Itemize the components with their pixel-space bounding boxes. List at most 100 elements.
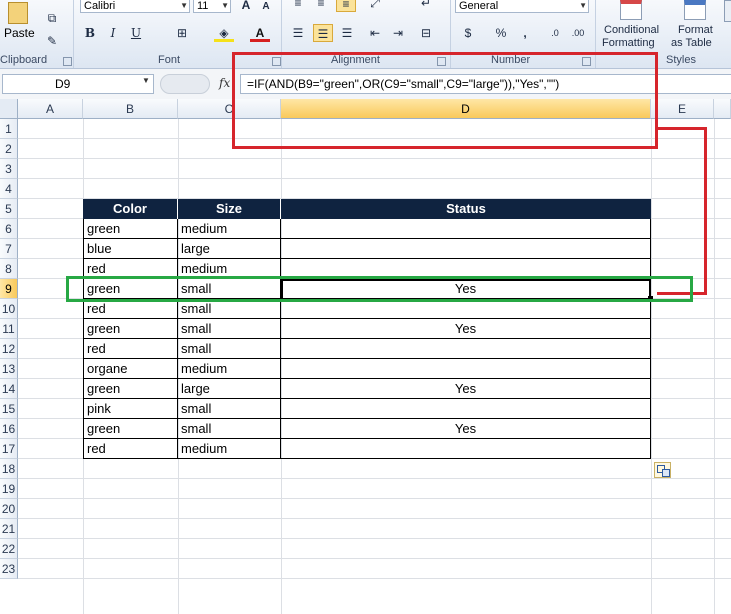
cell-color[interactable]: green (83, 379, 178, 399)
align-left-icon[interactable]: ☰ (288, 24, 308, 42)
row-header-15[interactable]: 15 (0, 399, 18, 419)
cell-size[interactable]: large (178, 379, 281, 399)
cell-size[interactable]: large (178, 239, 281, 259)
align-middle-icon[interactable]: ≡ (311, 0, 331, 12)
row-header-5[interactable]: 5 (0, 199, 18, 219)
cell-status[interactable] (281, 239, 651, 259)
shrink-font-button[interactable]: A (256, 0, 276, 16)
row-header-10[interactable]: 10 (0, 299, 18, 319)
row-header-4[interactable]: 4 (0, 179, 18, 199)
row-header-17[interactable]: 17 (0, 439, 18, 459)
wrap-text-icon[interactable]: ↵ (416, 0, 436, 12)
increase-decimal-icon[interactable]: .0 (545, 24, 565, 42)
row-header-6[interactable]: 6 (0, 219, 18, 239)
format-as-table-button[interactable]: Format as Table (670, 0, 722, 50)
select-all-corner[interactable] (0, 99, 18, 119)
cell-size[interactable]: medium (178, 439, 281, 459)
cell-size[interactable]: medium (178, 219, 281, 239)
decrease-decimal-icon[interactable]: .00 (568, 24, 588, 42)
column-header-e[interactable]: E (651, 99, 714, 119)
percent-button[interactable]: % (491, 24, 511, 42)
row-header-14[interactable]: 14 (0, 379, 18, 399)
cell-color[interactable]: red (83, 299, 178, 319)
row-header-2[interactable]: 2 (0, 139, 18, 159)
cell-color[interactable]: red (83, 439, 178, 459)
number-format-dropdown[interactable]: General ▼ (455, 0, 589, 13)
header-color[interactable]: Color (83, 199, 178, 219)
cell-size[interactable]: medium (178, 359, 281, 379)
cell-color[interactable]: organe (83, 359, 178, 379)
row-header-19[interactable]: 19 (0, 479, 18, 499)
column-header-f[interactable] (714, 99, 731, 119)
cell-size[interactable]: small (178, 399, 281, 419)
cell-size[interactable]: small (178, 339, 281, 359)
cell-color[interactable]: pink (83, 399, 178, 419)
align-right-icon[interactable]: ☰ (337, 24, 357, 42)
cell-status[interactable] (281, 339, 651, 359)
cell-status[interactable]: Yes (281, 379, 651, 399)
cell-size[interactable]: small (178, 319, 281, 339)
row-header-23[interactable]: 23 (0, 559, 18, 579)
cell-status[interactable] (281, 359, 651, 379)
header-size[interactable]: Size (178, 199, 281, 219)
row-header-20[interactable]: 20 (0, 499, 18, 519)
column-header-b[interactable]: B (83, 99, 178, 119)
cell-status[interactable] (281, 439, 651, 459)
cell-color[interactable]: red (83, 339, 178, 359)
name-box[interactable]: D9 (2, 74, 154, 94)
italic-button[interactable]: I (103, 24, 123, 42)
cell-status[interactable] (281, 399, 651, 419)
cell-color[interactable]: blue (83, 239, 178, 259)
row-header-16[interactable]: 16 (0, 419, 18, 439)
cell-status[interactable]: Yes (281, 319, 651, 339)
column-header-a[interactable]: A (18, 99, 83, 119)
cell-status[interactable]: Yes (281, 419, 651, 439)
cell-status[interactable] (281, 299, 651, 319)
row-header-12[interactable]: 12 (0, 339, 18, 359)
font-name-dropdown[interactable]: Calibri ▼ (80, 0, 190, 13)
name-box-dropdown-icon[interactable]: ▼ (142, 76, 150, 85)
row-header-3[interactable]: 3 (0, 159, 18, 179)
row-header-18[interactable]: 18 (0, 459, 18, 479)
underline-button[interactable]: U (126, 24, 146, 42)
row-header-22[interactable]: 22 (0, 539, 18, 559)
conditional-formatting-button[interactable]: Conditional Formatting (600, 0, 668, 50)
insert-function-button[interactable]: fx (219, 76, 230, 90)
row-header-8[interactable]: 8 (0, 259, 18, 279)
cell-color[interactable]: green (83, 419, 178, 439)
copy-icon[interactable]: ⧉ (42, 9, 62, 27)
row-header-13[interactable]: 13 (0, 359, 18, 379)
merge-center-icon[interactable]: ⊟ (416, 24, 436, 42)
align-center-icon[interactable]: ☰ (313, 24, 333, 42)
cell-color[interactable]: green (83, 319, 178, 339)
orientation-icon[interactable]: ⤢ (365, 0, 385, 12)
clipboard-dialog-launcher[interactable] (63, 57, 72, 66)
currency-button[interactable]: $ (458, 24, 478, 42)
row-header-21[interactable]: 21 (0, 519, 18, 539)
cell-status[interactable] (281, 219, 651, 239)
increase-indent-icon[interactable]: ⇥ (388, 24, 408, 42)
row-header-7[interactable]: 7 (0, 239, 18, 259)
cell-styles-icon[interactable] (724, 0, 731, 22)
align-bottom-icon[interactable]: ≡ (336, 0, 356, 12)
decrease-indent-icon[interactable]: ⇤ (365, 24, 385, 42)
bold-button[interactable]: B (80, 24, 100, 42)
header-status[interactable]: Status (281, 199, 651, 219)
paste-button[interactable]: Paste (0, 0, 40, 50)
cell-size[interactable]: small (178, 299, 281, 319)
cell-size[interactable]: small (178, 419, 281, 439)
font-size-dropdown[interactable]: 11 ▼ (193, 0, 231, 13)
paste-options-icon[interactable] (654, 462, 671, 478)
row-header-11[interactable]: 11 (0, 319, 18, 339)
cell-color[interactable]: green (83, 219, 178, 239)
format-painter-icon[interactable]: ✎ (42, 32, 62, 50)
borders-icon[interactable]: ⊞ (172, 24, 192, 42)
align-top-icon[interactable]: ≡ (288, 0, 308, 12)
comma-button[interactable]: , (515, 24, 535, 42)
font-color-icon[interactable]: A (250, 24, 270, 42)
fill-color-icon[interactable]: ◈ (214, 24, 234, 42)
grow-font-button[interactable]: A (236, 0, 256, 14)
formula-bar-resize-handle[interactable] (160, 74, 210, 94)
row-header-9[interactable]: 9 (0, 279, 18, 299)
row-header-1[interactable]: 1 (0, 119, 18, 139)
